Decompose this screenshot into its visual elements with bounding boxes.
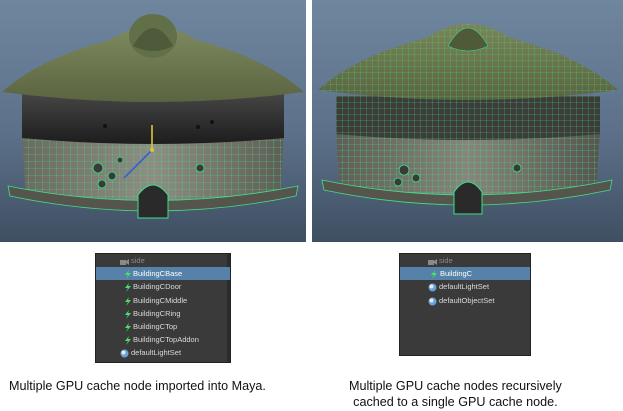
outliner-panel-right[interactable]: side BuildingC defaultLightSet defaultOb…: [399, 253, 531, 356]
outliner-item-buildingcdoor[interactable]: BuildingCDoor: [96, 280, 230, 293]
outliner-item-buildingc[interactable]: BuildingC: [400, 267, 530, 281]
camera-icon: [120, 257, 129, 265]
outliner-item-side[interactable]: side: [96, 254, 230, 267]
gpu-cache-icon: [124, 336, 132, 346]
gpu-cache-icon: [430, 270, 438, 280]
outliner-item-buildingctop[interactable]: BuildingCTop: [96, 320, 230, 333]
gpu-cache-icon: [124, 283, 132, 293]
set-icon: [120, 349, 129, 358]
outliner-item-buildingctopaddon[interactable]: BuildingCTopAddon: [96, 333, 230, 346]
gpu-cache-icon: [124, 322, 132, 332]
outliner-item-label: BuildingCBase: [133, 269, 183, 279]
viewport-right[interactable]: [312, 0, 623, 242]
building-model-right: [318, 24, 618, 215]
outliner-item-label: defaultObjectSet: [439, 295, 495, 305]
caption-right-line-2: cached to a single GPU cache node.: [353, 395, 558, 409]
outliner-item-label: BuildingCRing: [133, 308, 181, 318]
outliner-item-label: BuildingC: [440, 269, 473, 279]
gpu-cache-icon: [124, 270, 132, 280]
outliner-item-buildingcring[interactable]: BuildingCRing: [96, 307, 230, 320]
caption-left: Multiple GPU cache node imported into Ma…: [9, 379, 266, 393]
outliner-item-label: BuildingCTopAddon: [133, 335, 199, 345]
building-model-left: [2, 14, 304, 219]
outliner-item-label: BuildingCMiddle: [133, 295, 188, 305]
outliner-item-side[interactable]: side: [400, 254, 530, 267]
gpu-cache-icon: [124, 296, 132, 306]
outliner-item-label: defaultLightSet: [131, 348, 182, 358]
viewport-left[interactable]: [0, 0, 306, 242]
outliner-item-label: BuildingCDoor: [133, 282, 182, 292]
outliner-item-label: BuildingCTop: [133, 321, 178, 331]
camera-icon: [428, 257, 437, 265]
gpu-cache-icon: [124, 309, 132, 319]
outliner-item-defaultlightset[interactable]: defaultLightSet: [400, 280, 530, 293]
caption-right: Multiple GPU cache nodes recursively cac…: [349, 378, 562, 410]
set-icon: [428, 297, 437, 306]
set-icon: [428, 283, 437, 292]
outliner-item-buildingcbase[interactable]: BuildingCBase: [96, 267, 230, 281]
caption-right-line-1: Multiple GPU cache nodes recursively: [349, 379, 562, 393]
outliner-item-buildingcmiddle[interactable]: BuildingCMiddle: [96, 294, 230, 307]
outliner-item-label: side: [439, 256, 453, 265]
outliner-item-defaultobjectset[interactable]: defaultObjectSet: [400, 294, 530, 307]
outliner-item-defaultlightset[interactable]: defaultLightSet: [96, 346, 230, 359]
outliner-panel-left[interactable]: side BuildingCBase BuildingCDoor Buildin…: [95, 253, 231, 363]
outliner-item-label: side: [131, 256, 145, 265]
outliner-item-label: defaultLightSet: [439, 282, 490, 292]
